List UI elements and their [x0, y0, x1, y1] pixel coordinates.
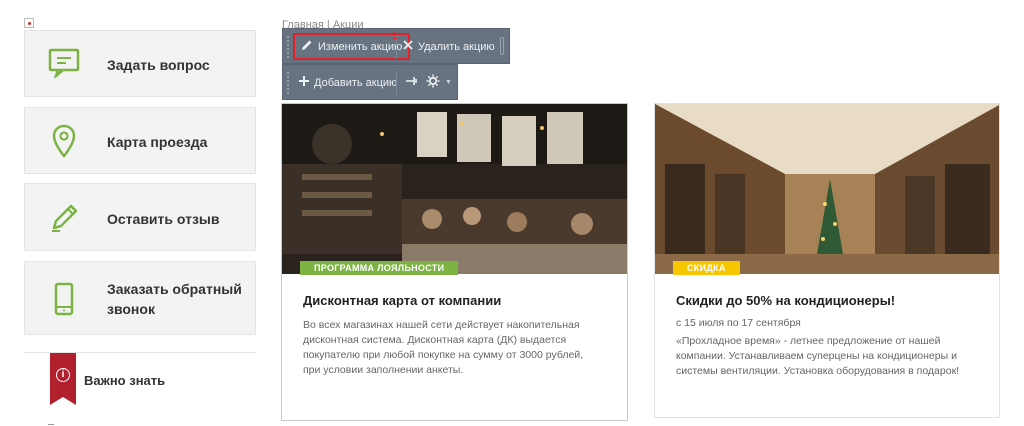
drag-handle[interactable]	[286, 71, 290, 95]
phone-icon	[47, 282, 81, 316]
card-date: с 15 июля по 17 сентября	[676, 317, 801, 329]
chat-bubble-icon	[47, 46, 81, 80]
important-label: Важно знать	[84, 373, 166, 388]
map-pin-icon	[47, 124, 81, 158]
cafe-photo	[282, 104, 627, 274]
pencil-icon	[47, 201, 81, 235]
settings-button[interactable]: ▼	[420, 69, 458, 96]
card-title[interactable]: Дисконтная карта от компании	[303, 293, 501, 308]
category-badge[interactable]: ПРОГРАММА ЛОЯЛЬНОСТИ	[300, 261, 459, 275]
category-badge[interactable]: СКИДКА	[673, 261, 740, 275]
close-icon	[403, 40, 413, 53]
admin-toolbar-bottom: Добавить акцию ▼	[282, 64, 458, 100]
add-promo-button[interactable]: Добавить акцию	[293, 69, 403, 96]
card-description: «Прохладное время» - летнее предложение …	[676, 335, 960, 377]
sidebar-item-map[interactable]: Карта проезда	[24, 107, 256, 174]
sidebar-item-label: Задать вопрос	[107, 57, 210, 73]
debug-marker	[24, 18, 34, 28]
gear-icon	[426, 74, 440, 91]
pin-icon	[406, 76, 418, 89]
plus-icon	[299, 76, 309, 89]
pencil-icon	[301, 39, 313, 54]
drag-handle[interactable]	[500, 37, 504, 55]
mall-photo	[655, 104, 999, 274]
sidebar-item-callback[interactable]: Заказать обратный звонок	[24, 261, 256, 335]
sidebar-item-label: Заказать обратный звонок	[107, 281, 242, 317]
promo-card-loyalty[interactable]: ПРОГРАММА ЛОЯЛЬНОСТИ Дисконтная карта от…	[281, 103, 628, 421]
divider	[48, 424, 54, 425]
edit-promo-label: Изменить акцию	[318, 40, 403, 53]
chevron-down-icon: ▼	[445, 79, 452, 86]
drag-handle[interactable]	[286, 35, 290, 59]
sidebar-item-label: Оставить отзыв	[107, 211, 220, 227]
annotation-number: 1	[392, 30, 399, 42]
card-title[interactable]: Скидки до 50% на кондиционеры!	[676, 293, 895, 308]
sidebar-item-ask-question[interactable]: Задать вопрос	[24, 30, 256, 97]
sidebar-item-label: Карта проезда	[107, 134, 208, 150]
delete-promo-label: Удалить акцию	[418, 40, 495, 53]
info-icon: i	[56, 368, 70, 382]
important-block[interactable]: i Важно знать	[24, 352, 256, 412]
delete-promo-button[interactable]: Удалить акцию	[397, 33, 501, 60]
divider	[396, 71, 397, 95]
add-promo-label: Добавить акцию	[314, 76, 398, 89]
ribbon-bookmark: i	[50, 353, 76, 405]
sidebar-item-review[interactable]: Оставить отзыв	[24, 183, 256, 251]
card-description: Во всех магазинах нашей сети действует н…	[303, 319, 584, 376]
promo-card-discount[interactable]: СКИДКА Скидки до 50% на кондиционеры! с …	[654, 103, 1000, 418]
